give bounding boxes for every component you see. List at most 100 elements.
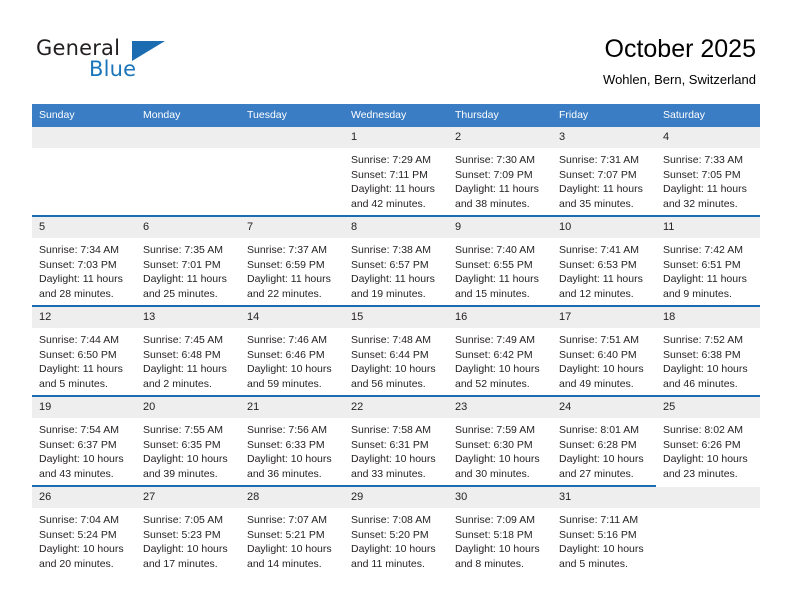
page-header: General Blue October 2025 Wohlen, Bern, … [0,0,792,104]
calendar-day-cell[interactable]: 13 Sunrise: 7:45 AM Sunset: 6:48 PM Dayligh… [136,305,240,396]
day-info-line: Daylight: 10 hours [39,453,124,466]
calendar-day-cell[interactable]: 7 Sunrise: 7:37 AM Sunset: 6:59 PM Daylight… [240,215,344,306]
day-info-line: Sunset: 6:44 PM [351,348,429,361]
day-number: 5 [32,217,136,238]
day-info-line: Daylight: 10 hours [247,453,332,466]
day-number: 6 [136,217,240,238]
day-info-line: Sunrise: 7:54 AM [39,424,119,436]
calendar-day-cell[interactable]: 24 Sunrise: 8:01 AM Sunset: 6:28 PM Dayligh… [552,395,656,486]
day-info-line: and 56 minutes. [351,377,426,390]
day-number: 19 [32,397,136,418]
day-info-line: and 59 minutes. [247,377,322,390]
calendar-day-cell[interactable]: 14 Sunrise: 7:46 AM Sunset: 6:46 PM Dayligh… [240,305,344,396]
calendar-day-cell[interactable]: 30 Sunrise: 7:09 AM Sunset: 5:18 PM Dayligh… [448,485,552,575]
day-sun-info: Sunrise: 7:38 AM Sunset: 6:57 PM Daylight:… [344,238,448,301]
calendar-day-cell[interactable]: 19 Sunrise: 7:54 AM Sunset: 6:37 PM Dayligh… [32,395,136,486]
calendar-day-cell[interactable]: 5 Sunrise: 7:34 AM Sunset: 7:03 PM Daylight… [32,215,136,306]
day-info-line: and 17 minutes. [143,557,218,570]
day-number [240,127,344,148]
day-info-line: and 9 minutes. [663,287,732,300]
day-info-line: Sunrise: 7:29 AM [351,154,431,166]
calendar-day-cell[interactable]: 6 Sunrise: 7:35 AM Sunset: 7:01 PM Daylight… [136,215,240,306]
day-info-line: Sunset: 6:46 PM [247,348,325,361]
day-number: 14 [240,307,344,328]
day-info-line: and 42 minutes. [351,197,426,210]
day-info-line: Daylight: 11 hours [663,183,747,196]
day-info-line: Sunset: 6:26 PM [663,438,741,451]
calendar-day-cell[interactable]: 18 Sunrise: 7:52 AM Sunset: 6:38 PM Dayligh… [656,305,760,396]
day-info-line: and 25 minutes. [143,287,218,300]
day-info-line: and 19 minutes. [351,287,426,300]
day-info-line: and 35 minutes. [559,197,634,210]
day-sun-info: Sunrise: 7:29 AM Sunset: 7:11 PM Daylight:… [344,148,448,211]
calendar-week-row: 12 Sunrise: 7:44 AM Sunset: 6:50 PM Dayligh… [32,305,760,396]
weekday-header-thursday: Thursday [448,104,552,127]
day-number: 15 [344,307,448,328]
calendar-day-cell[interactable]: 26 Sunrise: 7:04 AM Sunset: 5:24 PM Dayligh… [32,485,136,575]
day-sun-info: Sunrise: 7:42 AM Sunset: 6:51 PM Daylight:… [656,238,760,301]
weekday-header-friday: Friday [552,104,656,127]
general-blue-logo[interactable]: General Blue [36,36,206,88]
day-sun-info: Sunrise: 7:04 AM Sunset: 5:24 PM Daylight:… [32,508,136,571]
day-sun-info: Sunrise: 7:30 AM Sunset: 7:09 PM Daylight:… [448,148,552,211]
calendar-day-cell[interactable]: 27 Sunrise: 7:05 AM Sunset: 5:23 PM Dayligh… [136,485,240,575]
calendar-day-cell[interactable]: 12 Sunrise: 7:44 AM Sunset: 6:50 PM Dayligh… [32,305,136,396]
day-info-line: Daylight: 10 hours [39,543,124,556]
day-info-line: Daylight: 11 hours [455,273,539,286]
day-info-line: Sunrise: 7:42 AM [663,244,743,256]
calendar-day-cell[interactable]: 23 Sunrise: 7:59 AM Sunset: 6:30 PM Dayligh… [448,395,552,486]
calendar-empty-cell [136,127,240,216]
weekday-header-sunday: Sunday [32,104,136,127]
day-info-line: Sunset: 7:09 PM [455,168,533,181]
calendar-day-cell[interactable]: 11 Sunrise: 7:42 AM Sunset: 6:51 PM Dayligh… [656,215,760,306]
calendar-day-cell[interactable]: 1 Sunrise: 7:29 AM Sunset: 7:11 PM Daylight… [344,127,448,216]
calendar-day-cell[interactable]: 2 Sunrise: 7:30 AM Sunset: 7:09 PM Daylight… [448,127,552,216]
day-sun-info: Sunrise: 7:52 AM Sunset: 6:38 PM Daylight:… [656,328,760,391]
day-info-line: Daylight: 10 hours [559,543,644,556]
calendar-day-cell[interactable]: 9 Sunrise: 7:40 AM Sunset: 6:55 PM Daylight… [448,215,552,306]
calendar-day-cell[interactable]: 20 Sunrise: 7:55 AM Sunset: 6:35 PM Dayligh… [136,395,240,486]
day-sun-info: Sunrise: 7:58 AM Sunset: 6:31 PM Daylight:… [344,418,448,481]
day-info-line: Daylight: 10 hours [247,363,332,376]
calendar-day-cell[interactable]: 28 Sunrise: 7:07 AM Sunset: 5:21 PM Dayligh… [240,485,344,575]
day-info-line: Daylight: 11 hours [351,273,435,286]
calendar-day-cell[interactable]: 25 Sunrise: 8:02 AM Sunset: 6:26 PM Dayligh… [656,395,760,486]
day-sun-info: Sunrise: 8:01 AM Sunset: 6:28 PM Daylight:… [552,418,656,481]
day-info-line: and 15 minutes. [455,287,530,300]
calendar-day-cell[interactable]: 17 Sunrise: 7:51 AM Sunset: 6:40 PM Dayligh… [552,305,656,396]
calendar-day-cell[interactable]: 21 Sunrise: 7:56 AM Sunset: 6:33 PM Dayligh… [240,395,344,486]
day-info-line: and 5 minutes. [39,377,108,390]
calendar-day-cell[interactable]: 22 Sunrise: 7:58 AM Sunset: 6:31 PM Dayligh… [344,395,448,486]
calendar-day-cell[interactable]: 10 Sunrise: 7:41 AM Sunset: 6:53 PM Dayligh… [552,215,656,306]
day-sun-info: Sunrise: 7:05 AM Sunset: 5:23 PM Daylight:… [136,508,240,571]
calendar-day-cell[interactable]: 3 Sunrise: 7:31 AM Sunset: 7:07 PM Daylight… [552,127,656,216]
day-info-line: Daylight: 10 hours [351,543,436,556]
day-info-line: Sunrise: 7:44 AM [39,334,119,346]
day-sun-info: Sunrise: 7:35 AM Sunset: 7:01 PM Daylight:… [136,238,240,301]
day-number: 23 [448,397,552,418]
day-info-line: Sunrise: 7:07 AM [247,514,327,526]
day-number: 4 [656,127,760,148]
day-info-line: Daylight: 10 hours [351,453,436,466]
calendar-day-cell[interactable]: 4 Sunrise: 7:33 AM Sunset: 7:05 PM Daylight… [656,127,760,216]
weekday-header-monday: Monday [136,104,240,127]
day-info-line: Sunrise: 7:38 AM [351,244,431,256]
day-info-line: Sunset: 7:01 PM [143,258,221,271]
day-number: 3 [552,127,656,148]
day-info-line: Daylight: 10 hours [559,363,644,376]
calendar-day-cell[interactable]: 15 Sunrise: 7:48 AM Sunset: 6:44 PM Dayligh… [344,305,448,396]
day-info-line: Daylight: 10 hours [247,543,332,556]
day-sun-info: Sunrise: 8:02 AM Sunset: 6:26 PM Daylight:… [656,418,760,481]
day-number: 10 [552,217,656,238]
day-info-line: Sunset: 6:57 PM [351,258,429,271]
calendar-day-cell[interactable]: 29 Sunrise: 7:08 AM Sunset: 5:20 PM Dayligh… [344,485,448,575]
calendar-day-cell[interactable]: 16 Sunrise: 7:49 AM Sunset: 6:42 PM Dayligh… [448,305,552,396]
day-info-line: and 52 minutes. [455,377,530,390]
calendar-empty-cell [240,127,344,216]
day-sun-info: Sunrise: 7:37 AM Sunset: 6:59 PM Daylight:… [240,238,344,301]
calendar-day-cell[interactable]: 8 Sunrise: 7:38 AM Sunset: 6:57 PM Daylight… [344,215,448,306]
day-sun-info: Sunrise: 7:51 AM Sunset: 6:40 PM Daylight:… [552,328,656,391]
day-number: 29 [344,487,448,508]
day-info-line: Sunset: 7:03 PM [39,258,117,271]
calendar-day-cell[interactable]: 31 Sunrise: 7:11 AM Sunset: 5:16 PM Dayligh… [552,485,656,575]
